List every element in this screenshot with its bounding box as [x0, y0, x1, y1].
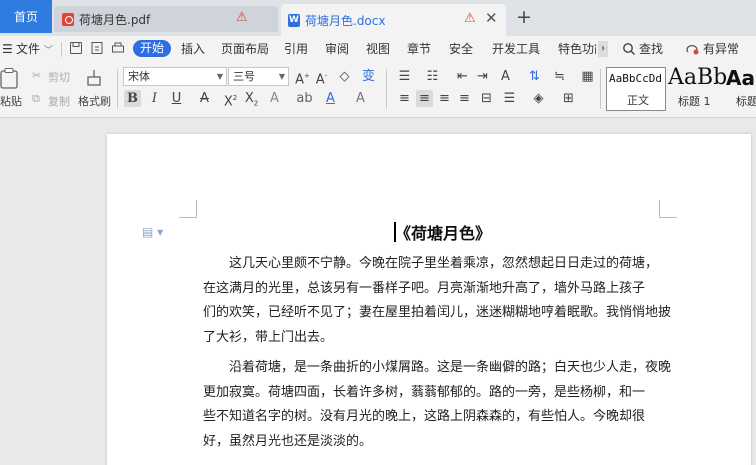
paste-button[interactable]: 粘贴 [0, 93, 22, 109]
chevron-down-icon: ▼ [216, 72, 223, 81]
tab-pdf-label: 荷塘月色.pdf [79, 12, 151, 27]
menu-file[interactable]: 文件 ﹀ [16, 41, 53, 59]
bold-icon[interactable]: B [124, 90, 141, 107]
new-tab-icon[interactable]: + [516, 7, 532, 27]
highlight-icon[interactable]: ab [296, 90, 313, 107]
menu-start[interactable]: 开始 [133, 40, 172, 57]
text-line: 沿着荷塘，是一条曲折的小煤屑路。这是一条幽僻的路；白天也少人走，夜晚 [229, 360, 672, 375]
document-area[interactable]: ▤ ▾ 《荷塘月色》 这几天心里颇不宁静。今晚在院子里坐着乘凉，忽然想起日日走过… [0, 118, 756, 465]
cut-icon: ✂ [32, 69, 42, 82]
menu-view[interactable]: 视图 [366, 41, 390, 57]
menu-insert[interactable]: 插入 [181, 41, 205, 57]
line-spacing-icon[interactable]: ☰ [501, 90, 518, 107]
menu-security[interactable]: 安全 [449, 41, 473, 57]
warning-icon: ⚠ [236, 10, 248, 25]
superscript-icon[interactable]: X2 [222, 90, 239, 109]
styles-gallery: AaBbCcDd 正文 AaBb 标题 1 AaB 标题 [606, 65, 756, 111]
print-icon[interactable] [111, 41, 125, 55]
paragraph-2[interactable]: 沿着荷塘，是一条曲折的小煤屑路。这是一条幽僻的路；白天也少人走，夜晚 更加寂寞。… [203, 356, 672, 454]
style-normal[interactable]: AaBbCcDd 正文 [606, 67, 666, 111]
underline-icon[interactable]: U [168, 90, 185, 107]
chinese-layout-icon[interactable]: A [497, 68, 514, 85]
search-button[interactable]: 查找 [639, 41, 663, 57]
strikethrough-icon[interactable]: A [196, 90, 213, 107]
font-size-select[interactable]: 三号 ▼ [228, 67, 289, 86]
menu-developer-tools[interactable]: 开发工具 [492, 41, 540, 57]
margin-corner-right [659, 200, 677, 218]
tab-home-label: 首页 [13, 10, 38, 24]
chevron-down-icon: ▼ [278, 72, 285, 81]
shading-icon[interactable]: ◈ [530, 90, 547, 107]
subscript-icon[interactable]: X2 [243, 90, 260, 108]
sync-error-icon[interactable] [685, 42, 699, 56]
text-line: 些不知道名字的树。没有月光的晚上，这路上阴森森的，有些怕人。今晚却很 [203, 409, 646, 424]
format-painter-icon[interactable] [84, 68, 104, 90]
grow-font-icon[interactable]: A+ [294, 68, 311, 87]
copy-icon: ⧉ [32, 92, 40, 105]
word-file-icon: W [288, 13, 300, 27]
text-line: 在这满月的光里，总该另有一番样子吧。月亮渐渐地升高了，墙外马路上孩子 [203, 280, 646, 296]
style-heading-1[interactable]: AaBb 标题 1 [666, 65, 727, 111]
italic-icon[interactable]: I [146, 90, 163, 107]
align-right-icon[interactable]: ≡ [436, 90, 453, 107]
font-name-select[interactable]: 宋体 ▼ [123, 67, 227, 86]
close-tab-icon[interactable]: ✕ [485, 9, 498, 27]
menu-bar: ☰ 文件 ﹀ 开始 插入 页面布局 引用 审阅 视图 章节 安全 开发工具 特色… [0, 36, 756, 63]
align-left-icon[interactable]: ≡ [396, 90, 413, 107]
align-center-icon[interactable]: ≡ [416, 90, 433, 107]
tab-docx-label: 荷塘月色.docx [305, 13, 386, 28]
document-page[interactable]: ▤ ▾ 《荷塘月色》 这几天心里颇不宁静。今晚在院子里坐着乘凉，忽然想起日日走过… [107, 134, 751, 465]
tab-docx-document[interactable]: W 荷塘月色.docx ⚠ ✕ [281, 4, 506, 36]
tab-bar: 首页 荷塘月色.pdf ⚠ W 荷塘月色.docx ⚠ ✕ + [0, 0, 756, 36]
ribbon-toolbar: 粘贴 ✂ 剪切 ⧉ 复制 格式刷 宋体 ▼ 三号 ▼ A+ A- ◇ 变 B I U… [0, 63, 756, 118]
menu-chapter[interactable]: 章节 [407, 41, 431, 57]
font-color-icon[interactable]: A [322, 90, 339, 107]
numbered-list-icon[interactable]: ☷ [424, 68, 441, 85]
menu-references[interactable]: 引用 [284, 41, 308, 57]
text-line: 好，虽然月光也还是淡淡的。 [203, 433, 373, 449]
text-line: 更加寂寞。荷塘四面，长着许多树，蓊蓊郁郁的。路的一旁，是些杨柳，和一 [203, 384, 646, 400]
show-marks-icon[interactable]: ≒ [551, 68, 568, 85]
menu-review[interactable]: 审阅 [325, 41, 349, 57]
menu-features[interactable]: 特色功能 [558, 41, 596, 57]
export-icon[interactable] [90, 41, 104, 55]
increase-indent-icon[interactable]: ⇥ [474, 68, 491, 85]
format-painter-button[interactable]: 格式刷 [78, 93, 111, 109]
text-line: 了大衫，带上门出去。 [203, 329, 334, 345]
paste-icon[interactable] [0, 67, 20, 89]
text-effect-icon[interactable]: A [266, 90, 283, 107]
menu-page-layout[interactable]: 页面布局 [221, 41, 269, 57]
sort-icon[interactable]: ⇅ [526, 68, 543, 85]
table-borders-icon[interactable]: ▦ [579, 68, 596, 85]
menu-scroll-right-icon[interactable]: › [598, 41, 608, 57]
save-icon[interactable] [69, 41, 83, 55]
character-shading-icon[interactable]: A [352, 90, 369, 107]
text-line: 们的欢笑，已经听不见了；妻在屋里拍着闰儿，迷迷糊糊地哼着眠歌。我悄悄地披 [203, 305, 672, 320]
search-icon[interactable] [622, 42, 636, 56]
sync-status[interactable]: 有异常 [703, 41, 739, 57]
style-heading-2[interactable]: AaB 标题 [724, 67, 756, 111]
decrease-indent-icon[interactable]: ⇤ [454, 68, 471, 85]
bulleted-list-icon[interactable]: ☰ [396, 68, 413, 85]
pdf-file-icon [62, 12, 74, 26]
tab-pdf-document[interactable]: 荷塘月色.pdf ⚠ [54, 6, 278, 32]
margin-corner-left [179, 200, 197, 218]
cut-button[interactable]: 剪切 [48, 69, 70, 85]
hamburger-icon[interactable]: ☰ [2, 41, 13, 57]
borders-icon[interactable]: ⊞ [560, 90, 577, 107]
copy-button[interactable]: 复制 [48, 93, 70, 109]
paragraph-menu-icon[interactable]: ▤ ▾ [142, 225, 163, 239]
paragraph-1[interactable]: 这几天心里颇不宁静。今晚在院子里坐着乘凉，忽然想起日日走过的荷塘， 在这满月的光… [203, 252, 672, 350]
warning-icon: ⚠ [464, 11, 476, 26]
justify-icon[interactable]: ≡ [456, 90, 473, 107]
phonetic-guide-icon[interactable]: 变 [360, 68, 377, 85]
shrink-font-icon[interactable]: A- [313, 68, 330, 87]
distributed-icon[interactable]: ⊟ [478, 90, 495, 107]
document-title[interactable]: 《荷塘月色》 [395, 220, 491, 244]
text-line: 这几天心里颇不宁静。今晚在院子里坐着乘凉，忽然想起日日走过的荷塘， [229, 256, 659, 271]
tab-home[interactable]: 首页 [0, 0, 52, 33]
clear-format-icon[interactable]: ◇ [336, 68, 353, 85]
